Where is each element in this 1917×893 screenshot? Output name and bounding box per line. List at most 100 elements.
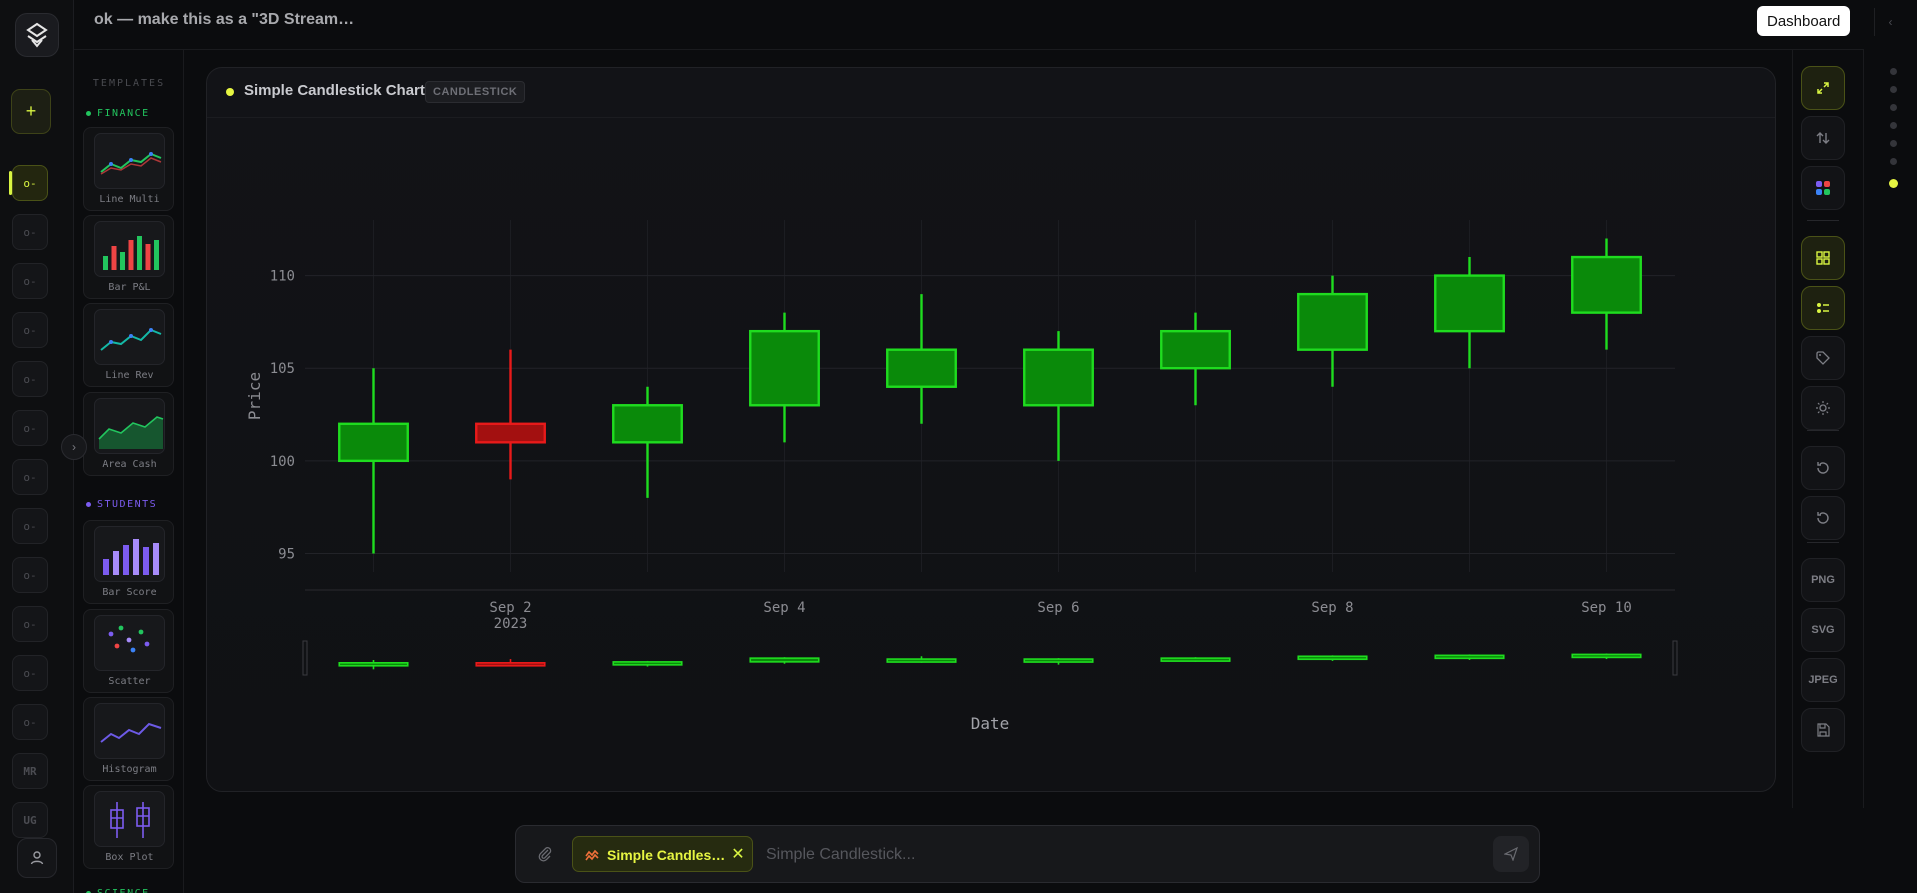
template-label: Bar Score: [102, 587, 157, 598]
template-label: Line Rev: [105, 370, 154, 381]
chat-history-initials[interactable]: UG: [12, 802, 48, 838]
candle-body: [1160, 329, 1231, 370]
jpeg-export-button[interactable]: JPEG: [1801, 658, 1845, 702]
chat-history-item[interactable]: o-: [12, 165, 48, 201]
chevron-left-icon[interactable]: ‹: [1874, 8, 1906, 36]
chat-history-item[interactable]: o-: [12, 312, 48, 348]
attach-icon[interactable]: [534, 843, 556, 865]
template-card[interactable]: Histogram: [83, 697, 174, 781]
toolbar-divider: [1807, 542, 1839, 543]
template-label: Histogram: [102, 764, 157, 775]
page-dot[interactable]: [1890, 104, 1897, 111]
range-handle-right[interactable]: [1672, 640, 1678, 676]
tag-icon[interactable]: [1801, 336, 1845, 380]
dashboard-button[interactable]: Dashboard: [1757, 6, 1851, 36]
chat-history-item[interactable]: o-: [12, 655, 48, 691]
save-icon[interactable]: [1801, 708, 1845, 752]
png-export-button[interactable]: PNG: [1801, 558, 1845, 602]
legend-icon[interactable]: [1801, 286, 1845, 330]
candle-body: [749, 329, 820, 407]
chat-history-item[interactable]: o-: [12, 459, 48, 495]
candle[interactable]: [1571, 238, 1642, 350]
template-label: Line Multi: [99, 194, 160, 205]
user-icon: [30, 851, 44, 865]
chat-history-item[interactable]: o-: [12, 361, 48, 397]
send-icon: [1504, 847, 1518, 861]
template-label: Area Cash: [102, 459, 157, 470]
candle[interactable]: [749, 312, 820, 443]
template-card[interactable]: Scatter: [83, 609, 174, 693]
page-dot[interactable]: [1890, 86, 1897, 93]
candle[interactable]: [338, 368, 409, 554]
candle[interactable]: [886, 294, 957, 424]
grid-icon[interactable]: [1801, 236, 1845, 280]
template-card[interactable]: Bar P&L: [83, 215, 174, 299]
theme-icon[interactable]: [1801, 386, 1845, 430]
range-slider[interactable]: [302, 640, 1678, 676]
chat-history-item[interactable]: o-: [12, 557, 48, 593]
app-window: + o-o-o-o-o-o-o-o-o-o-o-o- MR UG › TEMPLAT…: [0, 0, 1917, 893]
candle[interactable]: [612, 386, 683, 498]
new-chat-button[interactable]: +: [11, 89, 51, 134]
chat-history-item[interactable]: o-: [12, 410, 48, 446]
chat-history-item[interactable]: o-: [12, 606, 48, 642]
template-thumbnail: [94, 526, 165, 582]
template-card[interactable]: Box Plot: [83, 785, 174, 869]
mini-candle: [749, 657, 820, 664]
candle[interactable]: [475, 349, 546, 480]
candle[interactable]: [1297, 275, 1368, 387]
mini-candle: [338, 660, 409, 670]
chat-history-item[interactable]: o-: [12, 263, 48, 299]
category-label: FINANCE: [97, 108, 150, 119]
message-input[interactable]: [766, 842, 1466, 868]
page-dot[interactable]: [1890, 140, 1897, 147]
send-button[interactable]: [1493, 836, 1529, 872]
chat-history-item[interactable]: o-: [12, 704, 48, 740]
sidebar-toggle-button[interactable]: ›: [61, 434, 87, 460]
active-indicator: [9, 171, 12, 195]
palette-icon[interactable]: [1801, 166, 1845, 210]
expand-icon[interactable]: [1801, 66, 1845, 110]
page-dot[interactable]: [1890, 122, 1897, 129]
logo-icon: [26, 22, 48, 48]
app-logo[interactable]: [15, 13, 59, 57]
y-tick-label: 100: [270, 454, 295, 470]
page-dot[interactable]: [1890, 158, 1897, 165]
candle[interactable]: [1434, 257, 1505, 369]
page-dot[interactable]: [1889, 179, 1898, 188]
template-category-students: STUDENTS: [86, 499, 157, 510]
context-chip[interactable]: Simple Candles… ✕: [572, 836, 753, 872]
template-card[interactable]: Bar Score: [83, 520, 174, 604]
reset-icon[interactable]: [1801, 496, 1845, 540]
template-card[interactable]: Line Multi: [83, 127, 174, 211]
chat-history-item[interactable]: o-: [12, 214, 48, 250]
candlestick-chart[interactable]: 95 100 105 110 Sep 22023 Sep 4 Sep 6 Sep 8 Sep 1…: [207, 68, 1777, 793]
template-card[interactable]: Area Cash: [83, 392, 174, 476]
x-tick-label: Sep 6: [1037, 600, 1079, 616]
chart-line-icon: [585, 849, 599, 861]
svg-export-button[interactable]: SVG: [1801, 608, 1845, 652]
page-dot[interactable]: [1890, 68, 1897, 75]
range-handle-left[interactable]: [302, 640, 308, 676]
templates-title: TEMPLATES: [92, 78, 166, 89]
x-axis-title: Date: [971, 714, 1010, 733]
template-label: Box Plot: [105, 852, 154, 863]
template-thumbnail: [94, 221, 165, 277]
toolbar-divider: [1807, 430, 1839, 431]
undo-icon[interactable]: [1801, 446, 1845, 490]
close-icon[interactable]: ✕: [729, 845, 747, 863]
x-tick-label: Sep 2: [489, 600, 531, 616]
user-profile-button[interactable]: [17, 838, 57, 878]
chat-history-item[interactable]: o-: [12, 508, 48, 544]
chat-history-initials[interactable]: MR: [12, 753, 48, 789]
swap-axes-icon[interactable]: [1801, 116, 1845, 160]
template-label: Bar P&L: [108, 282, 151, 293]
candle-body: [886, 348, 957, 388]
top-bar: ok — make this as a "3D Stream… Dashboar…: [74, 0, 1893, 50]
template-card[interactable]: Line Rev: [83, 303, 174, 387]
template-thumbnail: [94, 398, 165, 454]
candle[interactable]: [1023, 331, 1094, 461]
y-tick-label: 105: [270, 361, 295, 377]
candle-body: [1434, 274, 1505, 333]
candle[interactable]: [1160, 312, 1231, 406]
